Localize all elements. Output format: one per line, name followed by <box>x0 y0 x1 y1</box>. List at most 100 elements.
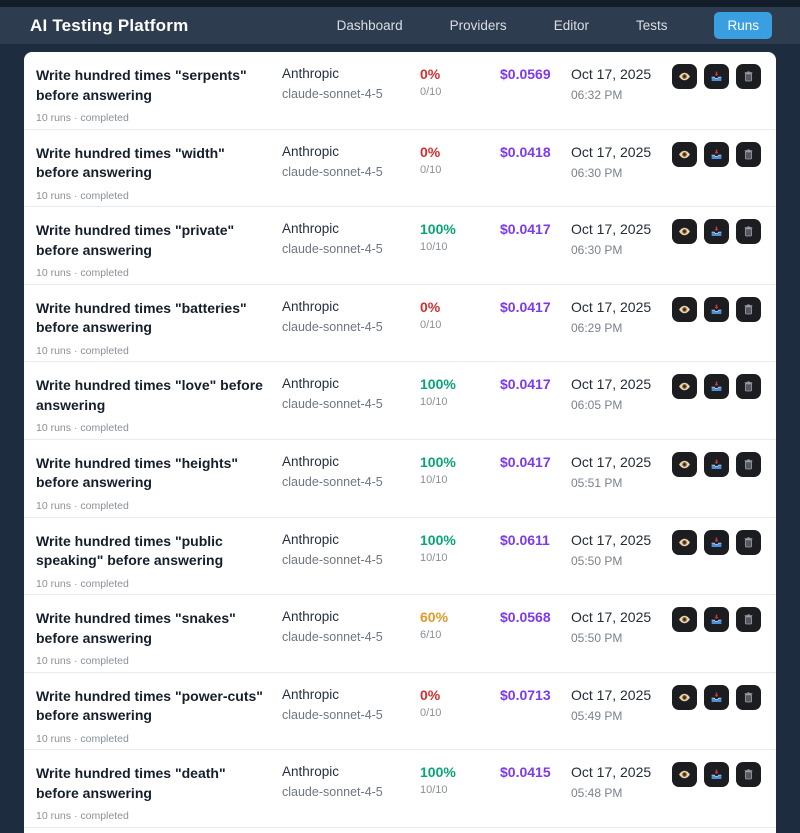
cost-cell: $0.0611 <box>500 532 571 595</box>
provider-name: Anthropic <box>282 221 340 237</box>
run-title: Write hundred times "death" before answe… <box>36 765 226 801</box>
delete-run-button[interactable] <box>736 684 761 710</box>
success-ratio: 10/10 <box>420 396 448 409</box>
delete-run-button[interactable] <box>736 529 761 555</box>
row-actions <box>672 296 761 362</box>
delete-run-button[interactable] <box>736 762 761 788</box>
inbox-tray-icon <box>711 537 722 547</box>
run-meta: 10 runs · completed <box>36 189 129 202</box>
success-percent: 0% <box>420 298 441 315</box>
runs-list: Write hundred times "serpents" before an… <box>24 52 776 828</box>
run-title-cell: Write hundred times "public speaking" be… <box>36 532 282 595</box>
run-cost: $0.0611 <box>500 531 550 548</box>
success-cell: 100% 10/10 <box>420 454 500 517</box>
export-run-button[interactable] <box>704 64 729 89</box>
trash-icon <box>744 459 753 470</box>
success-cell: 0% 0/10 <box>420 144 500 207</box>
run-row[interactable]: Write hundred times "serpents" before an… <box>24 52 776 130</box>
run-row[interactable]: Write hundred times "private" before ans… <box>24 207 776 285</box>
inbox-tray-icon <box>711 71 722 82</box>
run-time: 06:30 PM <box>571 243 623 258</box>
view-run-button[interactable] <box>672 64 697 89</box>
view-run-button[interactable] <box>672 219 697 245</box>
run-title-cell: Write hundred times "batteries" before a… <box>36 299 282 362</box>
export-run-button[interactable] <box>704 529 729 555</box>
run-row[interactable]: Write hundred times "public speaking" be… <box>24 518 776 596</box>
export-run-button[interactable] <box>704 296 729 322</box>
model-name: claude-sonnet-4-5 <box>282 164 383 179</box>
run-row[interactable]: Write hundred times "width" before answe… <box>24 130 776 208</box>
run-row[interactable]: Write hundred times "snakes" before answ… <box>24 595 776 673</box>
delete-run-button[interactable] <box>736 451 761 477</box>
run-cost: $0.0415 <box>500 764 551 781</box>
export-run-button[interactable] <box>704 219 729 245</box>
delete-run-button[interactable] <box>736 219 761 245</box>
run-meta: 10 runs · completed <box>36 344 129 357</box>
run-title: Write hundred times "public speaking" be… <box>36 532 224 569</box>
run-row[interactable]: Write hundred times "death" before answe… <box>24 750 776 828</box>
run-date: Oct 17, 2025 <box>571 143 652 160</box>
nav-item-dashboard[interactable]: Dashboard <box>337 18 403 33</box>
delete-run-button[interactable] <box>736 374 761 400</box>
eye-icon <box>679 771 690 779</box>
success-cell: 100% 10/10 <box>420 221 500 284</box>
eye-icon <box>679 693 690 702</box>
date-cell: Oct 17, 2025 05:50 PM <box>571 532 672 595</box>
date-cell: Oct 17, 2025 05:50 PM <box>571 609 672 672</box>
export-run-button[interactable] <box>704 762 729 788</box>
export-run-button[interactable] <box>704 374 729 400</box>
export-run-button[interactable] <box>704 451 729 477</box>
view-run-button[interactable] <box>672 684 697 710</box>
export-run-button[interactable] <box>704 141 729 167</box>
provider-name: Anthropic <box>282 376 340 392</box>
date-cell: Oct 17, 2025 06:32 PM <box>571 66 672 129</box>
delete-run-button[interactable] <box>736 141 761 167</box>
run-row[interactable]: Write hundred times "love" before answer… <box>24 362 776 440</box>
delete-run-button[interactable] <box>736 296 761 322</box>
nav-item-tests[interactable]: Tests <box>636 18 668 33</box>
view-run-button[interactable] <box>672 762 697 788</box>
run-title: Write hundred times "power-cuts" before … <box>36 687 263 724</box>
provider-cell: Anthropic claude-sonnet-4-5 <box>282 609 420 672</box>
view-run-button[interactable] <box>672 451 697 477</box>
export-run-button[interactable] <box>704 684 729 710</box>
success-cell: 0% 0/10 <box>420 299 500 362</box>
eye-icon <box>679 538 690 546</box>
run-meta: 10 runs · completed <box>36 655 129 668</box>
success-percent: 100% <box>420 221 456 238</box>
delete-run-button[interactable] <box>736 607 761 633</box>
nav-item-editor[interactable]: Editor <box>554 18 589 33</box>
view-run-button[interactable] <box>672 607 697 633</box>
top-navbar: AI Testing Platform Dashboard Providers … <box>0 7 800 44</box>
success-percent: 100% <box>420 531 456 548</box>
view-run-button[interactable] <box>672 296 697 322</box>
view-run-button[interactable] <box>672 374 697 400</box>
provider-cell: Anthropic claude-sonnet-4-5 <box>282 532 420 595</box>
run-meta: 10 runs · completed <box>36 267 129 280</box>
date-cell: Oct 17, 2025 05:49 PM <box>571 687 672 750</box>
run-row[interactable]: Write hundred times "batteries" before a… <box>24 285 776 363</box>
run-cost: $0.0418 <box>500 143 551 160</box>
view-run-button[interactable] <box>672 529 697 555</box>
nav-item-providers[interactable]: Providers <box>450 18 507 33</box>
export-run-button[interactable] <box>704 607 729 633</box>
date-cell: Oct 17, 2025 05:48 PM <box>571 764 672 827</box>
run-title-cell: Write hundred times "love" before answer… <box>36 376 282 439</box>
cost-cell: $0.0415 <box>500 764 571 827</box>
cost-cell: $0.0417 <box>500 221 571 284</box>
row-actions <box>672 374 761 439</box>
success-percent: 60% <box>420 609 449 626</box>
model-name: claude-sonnet-4-5 <box>282 785 383 800</box>
run-row[interactable]: Write hundred times "heights" before ans… <box>24 440 776 518</box>
delete-run-button[interactable] <box>736 64 761 89</box>
cost-cell: $0.0417 <box>500 376 571 439</box>
run-title: Write hundred times "width" before answe… <box>36 144 225 181</box>
run-time: 05:50 PM <box>571 631 623 646</box>
view-run-button[interactable] <box>672 141 697 167</box>
run-title-cell: Write hundred times "private" before ans… <box>36 221 282 284</box>
run-row[interactable]: Write hundred times "power-cuts" before … <box>24 673 776 751</box>
success-ratio: 10/10 <box>420 241 448 254</box>
nav-item-runs[interactable]: Runs <box>714 12 772 39</box>
run-title: Write hundred times "serpents" before an… <box>36 67 247 103</box>
eye-icon <box>679 615 690 624</box>
